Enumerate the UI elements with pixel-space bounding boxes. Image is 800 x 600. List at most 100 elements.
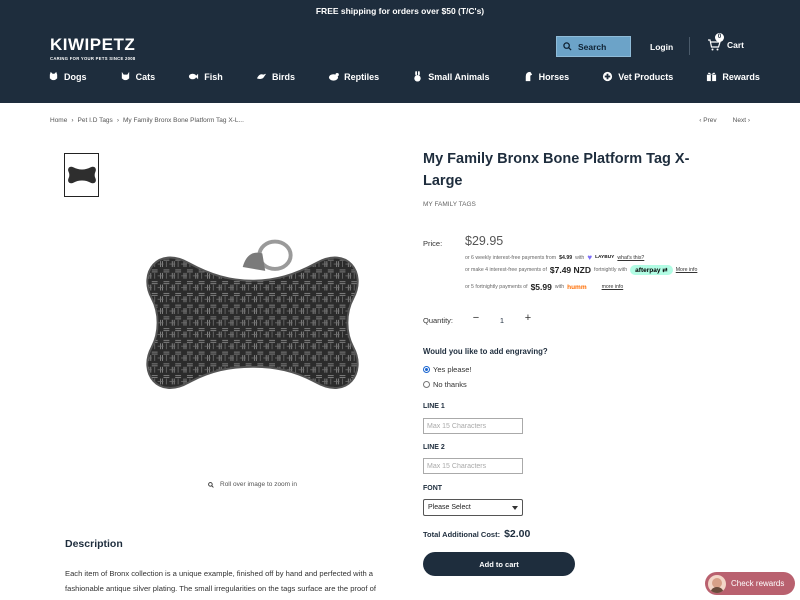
cart-count-badge: 0 [715,33,724,42]
bone-tag-thumbnail-image [67,166,96,184]
total-additional-cost: Total Additional Cost: $2.00 [423,528,530,540]
total-amount: $2.00 [504,528,531,540]
engraving-option-no[interactable]: No thanks [423,380,467,389]
font-select-value: Please Select [428,504,471,511]
header-divider [689,37,690,55]
radio-label: No thanks [433,380,467,389]
main-nav: Dogs Cats Fish Birds Reptiles Small Anim… [48,71,760,82]
nav-label: Cats [135,71,156,82]
reptile-icon [329,73,339,81]
afterpay-line: or make 4 interest-free payments of $7.4… [465,265,697,275]
nav-item-vet-products[interactable]: Vet Products [602,71,673,82]
quantity-value[interactable]: 1 [497,316,507,325]
laybuy-with: with [575,254,585,261]
cart-icon: 0 [707,33,724,52]
breadcrumb-category[interactable]: Pet I.D Tags [78,117,113,124]
prev-link[interactable]: ‹ Prev [699,117,716,124]
afterpay-info-link[interactable]: More info [676,267,698,273]
dog-icon [49,71,58,81]
line2-label: LINE 2 [423,444,445,451]
search-button[interactable]: Search [556,36,631,57]
prev-label: Prev [703,117,717,124]
laybuy-info-link[interactable]: what's this? [617,255,644,261]
breadcrumb-home[interactable]: Home [50,117,67,124]
afterpay-amount: $7.49 NZD [549,265,591,275]
gift-icon [707,72,717,82]
announcement-bar: FREE shipping for orders over $50 (T/C's… [0,0,800,22]
add-to-cart-button[interactable]: Add to cart [423,552,575,576]
site-header: KIWIPETZ CARING FOR YOUR PETS SINCE 2008… [0,22,800,103]
site-logo[interactable]: KIWIPETZ CARING FOR YOUR PETS SINCE 2008 [50,35,136,61]
cart-label: Cart [727,40,745,50]
breadcrumb-current: My Family Bronx Bone Platform Tag X-L... [122,117,244,124]
humm-logo: humm [567,283,587,291]
nav-item-horses[interactable]: Horses [523,71,570,82]
product-vendor[interactable]: MY FAMILY TAGS [423,201,476,208]
laybuy-prefix: or 6 weekly interest-free payments from [465,254,557,261]
next-link[interactable]: Next › [733,117,750,124]
laybuy-line: or 6 weekly interest-free payments from … [465,253,644,262]
font-label: FONT [423,485,443,492]
engraving-option-yes[interactable]: Yes please! [423,365,472,374]
nav-item-reptiles[interactable]: Reptiles [328,71,379,82]
fish-icon [189,73,199,80]
afterpay-suffix: fortnightly with [594,267,628,273]
price-label: Price: [423,239,443,248]
laybuy-amount: $4.99 [559,254,573,261]
total-label: Total Additional Cost: [423,530,501,539]
laybuy-logo: LAYBUY [595,255,615,260]
check-rewards-label: Check rewards [731,579,785,588]
humm-info-link[interactable]: more info [602,284,624,290]
search-label: Search [578,41,607,52]
logo-tagline: CARING FOR YOUR PETS SINCE 2008 [50,56,136,61]
login-link[interactable]: Login [650,42,673,52]
nav-item-birds[interactable]: Birds [256,71,295,82]
product-main-image[interactable] [140,230,365,395]
line1-label: LINE 1 [423,403,445,410]
engraving-question: Would you like to add engraving? [423,347,548,356]
cart-link[interactable]: 0 Cart [707,33,745,52]
nav-item-small-animals[interactable]: Small Animals [412,71,489,82]
breadcrumb-separator: › [116,117,119,124]
nav-label: Fish [204,71,223,82]
line1-input[interactable] [423,418,523,434]
avatar [708,574,726,593]
afterpay-logo: afterpay ⇄ [630,265,673,275]
nav-label: Birds [271,71,295,82]
next-label: Next [732,117,747,124]
logo-text: KIWIPETZ [50,35,136,54]
humm-amount: $5.99 [530,282,552,292]
quantity-increase-button[interactable]: + [522,312,534,326]
humm-prefix: or 5 fortnightly payments of [465,284,528,290]
quantity-label: Quantity: [423,316,454,325]
nav-label: Horses [538,71,570,82]
product-thumbnail[interactable] [64,153,99,197]
quantity-decrease-button[interactable]: − [470,312,482,326]
radio-label: Yes please! [433,365,472,374]
font-select[interactable]: Please Select [423,499,523,516]
zoom-icon [208,481,214,488]
check-rewards-button[interactable]: Check rewards [705,572,795,595]
bird-icon [256,73,267,79]
nav-item-dogs[interactable]: Dogs [48,71,87,82]
radio-selected[interactable] [423,366,430,373]
humm-line: or 5 fortnightly payments of $5.99 with … [465,282,623,292]
radio-unselected[interactable] [423,381,430,388]
product-title: My Family Bronx Bone Platform Tag X-Larg… [423,151,690,189]
nav-label: Vet Products [618,71,674,82]
nav-item-fish[interactable]: Fish [188,71,223,82]
line2-input[interactable] [423,458,523,474]
zoom-hint-text: Roll over image to zoom in [220,481,297,488]
horse-icon [525,71,532,82]
zoom-hint: Roll over image to zoom in [208,481,297,488]
nav-item-rewards[interactable]: Rewards [706,71,760,82]
nav-label: Small Animals [428,71,490,82]
breadcrumb: Home › Pet I.D Tags › My Family Bronx Bo… [50,117,244,124]
rabbit-icon [414,71,421,82]
chevron-down-icon [512,505,518,510]
search-icon [563,42,572,51]
description-body: Each item of Bronx collection is a uniqu… [65,569,376,600]
nav-label: Dogs [64,71,87,82]
breadcrumb-separator: › [71,117,74,124]
nav-item-cats[interactable]: Cats [120,71,156,82]
